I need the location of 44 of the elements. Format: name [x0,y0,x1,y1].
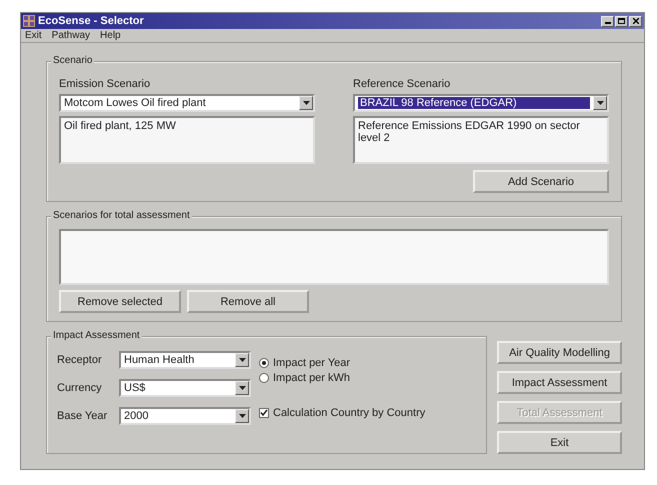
app-icon [23,15,35,27]
field-label: Reference Scenario [353,78,452,90]
dropdown-arrow-icon [238,358,246,362]
description-box: Oil fired plant, 125 MW [59,116,315,164]
menu-item[interactable]: Pathway [52,30,90,41]
option-label: Impact per kWh [273,372,350,384]
remove-button[interactable]: Remove all [187,290,309,313]
dropdown-arrow-icon [238,414,246,418]
close-button[interactable] [629,16,642,26]
dropdown-arrow-icon [596,101,604,105]
action-button[interactable]: Impact Assessment [497,371,622,394]
field-label: Currency [57,382,103,394]
option-label: Impact per Year [273,356,350,368]
dropdown[interactable]: US$ [119,379,251,397]
dropdown[interactable]: 2000 [119,407,251,425]
checkmark-icon [260,409,268,416]
checkbox[interactable] [259,408,269,418]
radio-button[interactable] [259,372,269,382]
window-title: EcoSense - Selector [38,15,145,27]
maximize-button[interactable] [615,16,628,26]
menu-item[interactable]: Help [100,30,121,41]
option-label: Calculation Country by Country [273,406,426,418]
scenario-list[interactable] [59,229,609,285]
menu-item[interactable]: Exit [25,30,42,41]
action-button[interactable]: Air Quality Modelling [497,341,622,364]
minimize-button[interactable] [601,16,614,26]
group-title: Scenarios for total assessment [51,210,192,221]
maximize-icon [618,18,625,24]
close-icon [632,18,638,24]
add-scenario-button[interactable]: Add Scenario [473,170,609,193]
description-box: Reference Emissions EDGAR 1990 on sector level 2 [353,116,609,164]
field-label: Emission Scenario [59,78,152,90]
action-button[interactable]: Exit [497,431,622,454]
dropdown-arrow-icon [238,386,246,390]
field-label: Receptor [57,354,103,366]
dropdown[interactable]: Motcom Lowes Oil fired plant [59,94,315,112]
group-title: Impact Assessment [51,330,142,341]
remove-button[interactable]: Remove selected [59,290,181,313]
dropdown[interactable]: BRAZIL 98 Reference (EDGAR) [353,94,609,112]
radio-button[interactable] [259,358,269,368]
group-title: Scenario [51,55,94,66]
dropdown-arrow-icon [302,101,310,105]
field-label: Base Year [57,410,108,422]
dropdown[interactable]: Human Health [119,351,251,369]
